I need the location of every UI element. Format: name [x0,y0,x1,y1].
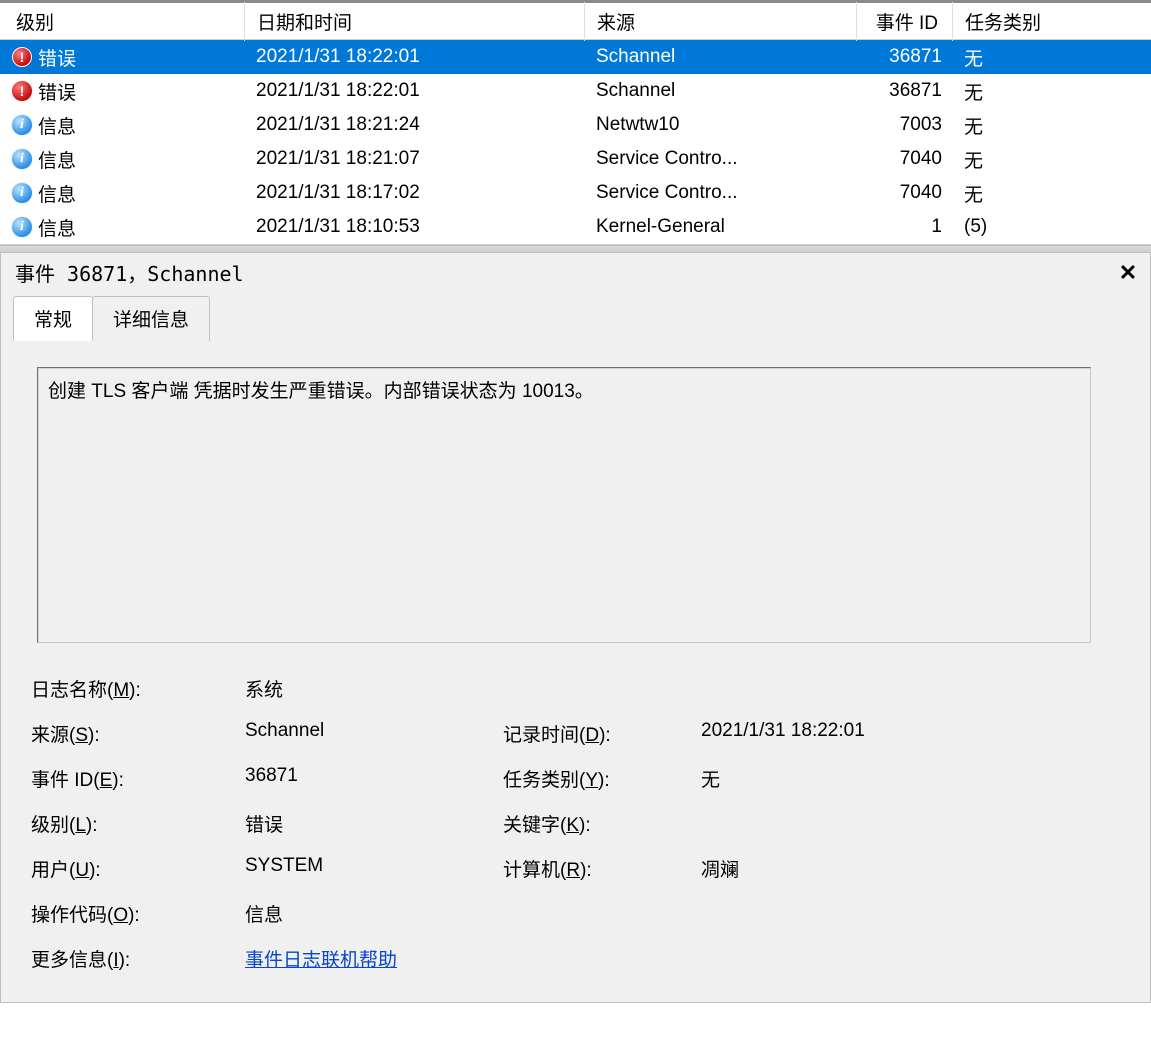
event-detail-pane: 事件 36871，Schannel ✕ 常规 详细信息 创建 TLS 客户端 凭… [0,253,1151,1003]
error-icon [12,47,32,67]
row-task: (5) [952,212,1151,242]
pane-splitter[interactable] [0,245,1151,253]
table-row[interactable]: 信息 2021/1/31 18:10:53Kernel-General1(5) [0,210,1151,244]
row-level-text: 信息 [38,214,76,241]
row-task: 无 [952,74,1151,109]
row-datetime: 2021/1/31 18:10:53 [244,212,584,242]
prop-value-eventid: 36871 [245,765,485,792]
prop-label-eventid: 事件 ID(E): [31,765,227,792]
event-list-body: 错误2021/1/31 18:22:01Schannel36871无错误2021… [0,40,1151,244]
event-message-box[interactable]: 创建 TLS 客户端 凭据时发生严重错误。内部错误状态为 10013。 [37,367,1091,643]
event-log-online-help-link[interactable]: 事件日志联机帮助 [245,950,397,971]
prop-value-opcode: 信息 [245,900,485,927]
prop-label-user: 用户(U): [31,855,227,882]
event-list: 级别 日期和时间 来源 事件 ID 任务类别 错误 2021/1/31 18:22… [0,0,1151,245]
event-message-text: 创建 TLS 客户端 凭据时发生严重错误。内部错误状态为 10013。 [48,381,594,402]
info-icon [12,115,32,135]
info-icon [12,183,32,203]
prop-label-logged: 记录时间(D): [503,720,683,747]
row-task: 无 [952,176,1151,211]
row-datetime: 2021/1/31 18:21:07 [244,144,584,174]
prop-value-task: 无 [701,765,1130,792]
prop-value-source: Schannel [245,720,485,747]
tab-details[interactable]: 详细信息 [92,296,210,341]
prop-value-level: 错误 [245,810,485,837]
col-header-level[interactable]: 级别 [0,2,244,41]
table-row[interactable]: 信息 2021/1/31 18:17:02Service Contro...704… [0,176,1151,210]
row-eventid: 7003 [856,110,952,140]
prop-value-logged: 2021/1/31 18:22:01 [701,720,1130,747]
info-icon [12,217,32,237]
info-icon [12,149,32,169]
prop-value-logname: 系统 [245,675,485,702]
error-icon [12,81,32,101]
row-task: 无 [952,142,1151,177]
row-level-text: 错误 [38,78,76,105]
col-header-eventid[interactable]: 事件 ID [856,2,952,41]
row-source: Kernel-General [584,212,856,242]
row-source: Netwtw10 [584,110,856,140]
prop-value-computer: 凋斓 [701,855,1130,882]
row-eventid: 1 [856,212,952,242]
row-eventid: 7040 [856,178,952,208]
col-header-task[interactable]: 任务类别 [952,2,1151,41]
prop-label-source: 来源(S): [31,720,227,747]
row-source: Service Contro... [584,178,856,208]
table-row[interactable]: 错误 2021/1/31 18:22:01Schannel36871无 [0,40,1151,74]
row-source: Schannel [584,76,856,106]
tab-general-body: 创建 TLS 客户端 凭据时发生严重错误。内部错误状态为 10013。 日志名称… [1,340,1150,1002]
event-properties-grid: 日志名称(M): 系统 来源(S): Schannel 记录时间(D): 202… [25,675,1130,972]
row-datetime: 2021/1/31 18:22:01 [244,76,584,106]
event-list-header: 级别 日期和时间 来源 事件 ID 任务类别 [0,3,1151,40]
prop-label-opcode: 操作代码(O): [31,900,227,927]
row-source: Schannel [584,42,856,72]
detail-title-text: 事件 36871，Schannel [15,258,244,287]
row-source: Service Contro... [584,144,856,174]
col-header-source[interactable]: 来源 [584,2,856,41]
detail-titlebar: 事件 36871，Schannel ✕ [1,253,1150,295]
prop-label-level: 级别(L): [31,810,227,837]
close-icon[interactable]: ✕ [1116,260,1140,286]
table-row[interactable]: 信息 2021/1/31 18:21:24Netwtw107003无 [0,108,1151,142]
prop-label-keywords: 关键字(K): [503,810,683,837]
row-datetime: 2021/1/31 18:21:24 [244,110,584,140]
row-level-text: 错误 [38,44,76,71]
row-task: 无 [952,40,1151,75]
prop-label-computer: 计算机(R): [503,855,683,882]
prop-value-keywords [701,810,1130,837]
row-eventid: 36871 [856,76,952,106]
prop-value-user: SYSTEM [245,855,485,882]
col-header-datetime[interactable]: 日期和时间 [244,2,584,41]
detail-tabs: 常规 详细信息 [1,296,1150,341]
table-row[interactable]: 信息 2021/1/31 18:21:07Service Contro...704… [0,142,1151,176]
row-level-text: 信息 [38,112,76,139]
tab-general[interactable]: 常规 [13,296,93,341]
row-eventid: 7040 [856,144,952,174]
table-row[interactable]: 错误 2021/1/31 18:22:01Schannel36871无 [0,74,1151,108]
row-task: 无 [952,108,1151,143]
row-level-text: 信息 [38,180,76,207]
row-datetime: 2021/1/31 18:22:01 [244,42,584,72]
prop-label-task: 任务类别(Y): [503,765,683,792]
prop-label-moreinfo: 更多信息(I): [31,945,227,972]
row-datetime: 2021/1/31 18:17:02 [244,178,584,208]
prop-label-logname: 日志名称(M): [31,675,227,702]
row-level-text: 信息 [38,146,76,173]
row-eventid: 36871 [856,42,952,72]
